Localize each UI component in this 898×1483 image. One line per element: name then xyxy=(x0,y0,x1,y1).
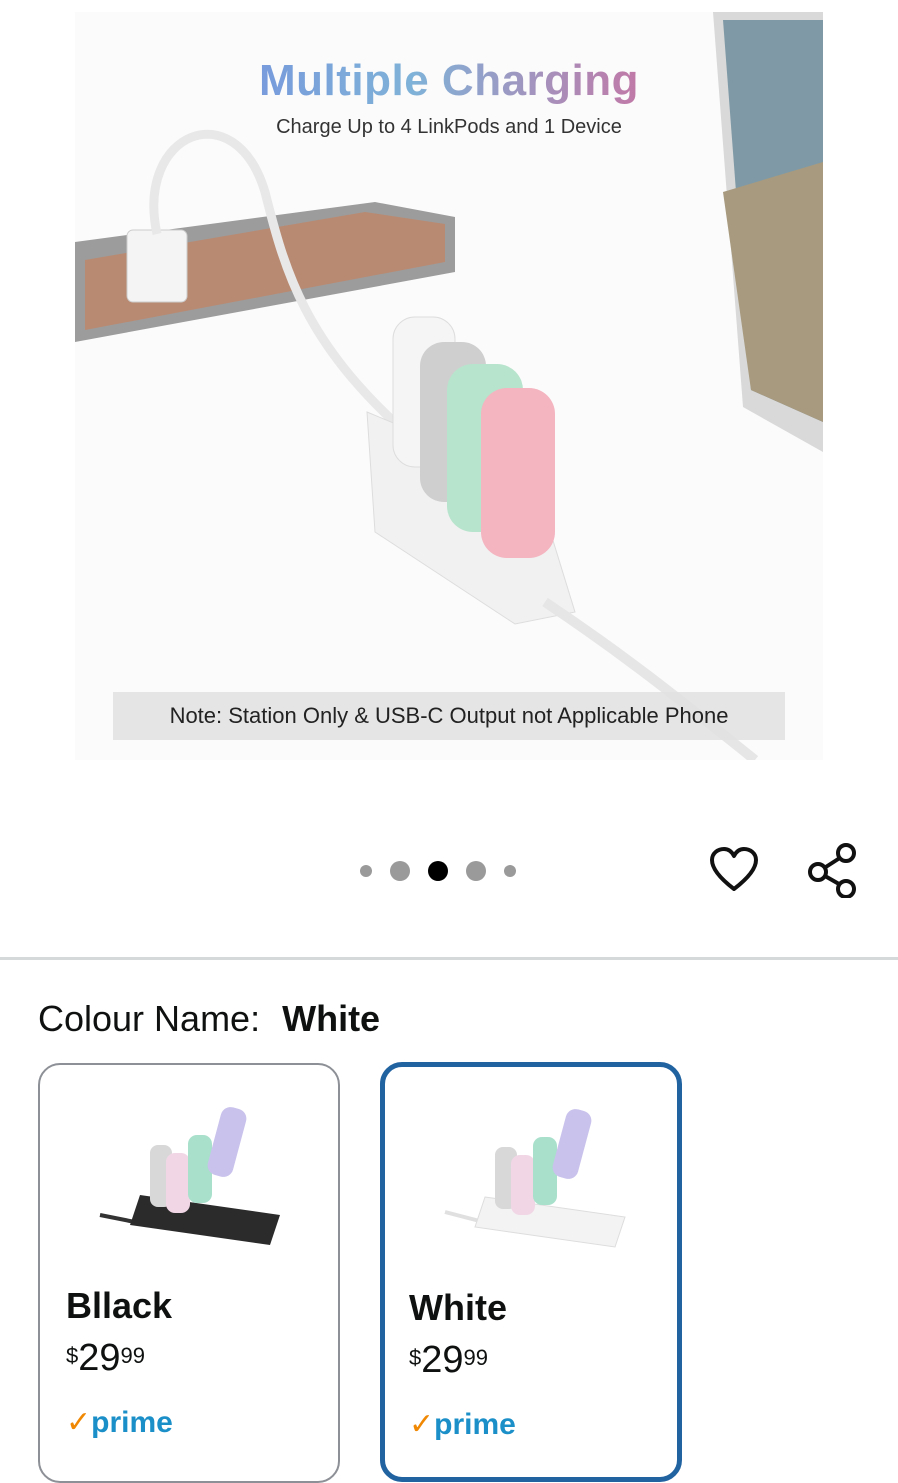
price-whole: 29 xyxy=(78,1337,121,1379)
heart-icon xyxy=(710,847,758,891)
prime-check-icon: ✓ xyxy=(409,1408,435,1441)
product-image[interactable]: Multiple Charging Charge Up to 4 LinkPod… xyxy=(75,12,823,760)
hero-note: Note: Station Only & USB-C Output not Ap… xyxy=(113,692,785,740)
price-fraction: 99 xyxy=(120,1343,146,1368)
prime-check-icon: ✓ xyxy=(66,1406,92,1439)
prime-text: prime xyxy=(91,1406,173,1439)
colour-selected-value: White xyxy=(282,998,381,1039)
colour-option-name: White xyxy=(409,1287,507,1328)
black-station-thumbnail xyxy=(99,1107,280,1245)
price-currency: $ xyxy=(66,1343,79,1368)
colour-option-white[interactable]: White $2999 ✓prime xyxy=(380,1062,682,1482)
colour-label-text: Colour Name: xyxy=(38,998,261,1039)
price-currency: $ xyxy=(409,1345,422,1370)
carousel-dot[interactable] xyxy=(390,861,410,881)
prime-badge: ✓prime xyxy=(409,1407,516,1442)
hero-title: Multiple Charging xyxy=(75,56,823,106)
prime-text: prime xyxy=(434,1408,516,1441)
section-divider xyxy=(0,957,898,960)
wishlist-button[interactable] xyxy=(706,842,762,898)
colour-option-name: Bllack xyxy=(66,1285,173,1326)
colour-option-black[interactable]: Bllack $2999 ✓prime xyxy=(38,1063,340,1483)
price-fraction: 99 xyxy=(463,1345,489,1370)
carousel-indicator[interactable] xyxy=(360,858,534,884)
share-button[interactable] xyxy=(804,842,860,898)
carousel-dot-active[interactable] xyxy=(428,861,448,881)
white-station-thumbnail xyxy=(444,1109,626,1248)
price-whole: 29 xyxy=(421,1339,464,1381)
carousel-dot[interactable] xyxy=(504,865,516,877)
colour-option-price: $2999 xyxy=(409,1339,488,1382)
colour-option-price: $2999 xyxy=(66,1337,145,1380)
prime-badge: ✓prime xyxy=(66,1405,173,1440)
carousel-dot[interactable] xyxy=(360,865,372,877)
hero-subtitle: Charge Up to 4 LinkPods and 1 Device xyxy=(276,116,622,138)
colour-name-label: Colour Name: White xyxy=(38,998,380,1040)
share-icon xyxy=(808,843,856,898)
carousel-dot[interactable] xyxy=(466,861,486,881)
